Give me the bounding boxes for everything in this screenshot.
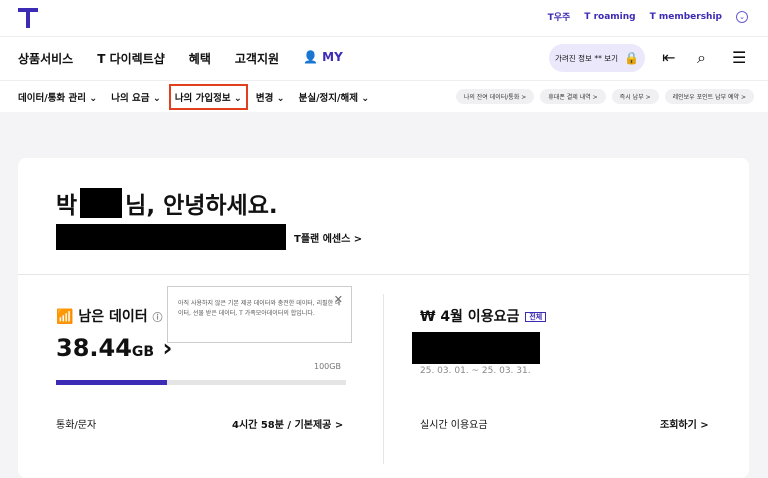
wifi-icon: 📶 bbox=[56, 309, 74, 325]
divider bbox=[383, 294, 384, 464]
chip-pay-now[interactable]: 즉시 납부 > bbox=[611, 89, 659, 104]
data-remaining[interactable]: 38.44GB › bbox=[56, 334, 172, 362]
gnb-products[interactable]: 상품서비스 bbox=[18, 50, 73, 67]
call-value-link[interactable]: 4시간 58분 / 기본제공 > bbox=[232, 416, 343, 431]
data-title-label: 남은 데이터 bbox=[78, 309, 148, 325]
label: 나의 가입정보 bbox=[174, 93, 231, 104]
data-progress-fill bbox=[56, 380, 168, 385]
data-value: 38.44 bbox=[56, 334, 132, 362]
redacted-amount bbox=[412, 332, 540, 364]
tooltip-text: 아직 사용하지 않은 기본 제공 데이터와 충전한 데이터, 리필한 데이터, … bbox=[178, 300, 341, 317]
realtime-label: 실시간 이용요금 bbox=[420, 420, 488, 431]
header: T우주 T roaming T membership ⌄ 상품서비스 T 다이렉… bbox=[0, 0, 768, 112]
call-label: 통화/문자 bbox=[56, 420, 97, 431]
t-logo[interactable] bbox=[18, 8, 38, 28]
bill-title-label: ₩ 4월 이용요금 bbox=[420, 309, 520, 325]
data-progress-bar bbox=[56, 380, 346, 385]
bill-title: ₩ 4월 이용요금 전체 bbox=[420, 306, 547, 326]
data-info-tooltip: 아직 사용하지 않은 기본 제공 데이터와 충전한 데이터, 리필한 데이터, … bbox=[167, 286, 352, 343]
realtime-link[interactable]: 조회하기 > bbox=[660, 416, 709, 431]
chip-payment-history[interactable]: 휴대폰 결제 내역 > bbox=[540, 89, 606, 104]
search-icon[interactable]: ⌕ bbox=[697, 48, 706, 68]
greeting-suffix: 님, 안녕하세요. bbox=[125, 193, 278, 219]
logout-icon[interactable]: ⇤ bbox=[662, 48, 675, 67]
chip-rainbow-point[interactable]: 레인보우 포인트 납부 예약 > bbox=[664, 89, 754, 104]
divider bbox=[18, 274, 749, 275]
link-t-roaming[interactable]: T roaming bbox=[584, 12, 635, 22]
plan-link[interactable]: T플랜 에센스 > bbox=[294, 230, 362, 245]
subnav-my-subscription[interactable]: 나의 가입정보 ⌄ bbox=[168, 84, 248, 110]
label: 변경 bbox=[255, 93, 274, 104]
show-hidden-info-button[interactable]: 가려진 정보 ** 보기 🔒 bbox=[549, 44, 645, 72]
gnb-direct-shop[interactable]: T 다이렉트샵 bbox=[97, 50, 165, 67]
bill-period: 25. 03. 01. ~ 25. 03. 31. bbox=[420, 366, 531, 376]
gnb-support[interactable]: 고객지원 bbox=[235, 50, 279, 67]
subnav-my-bill[interactable]: 나의 요금 ⌄ bbox=[111, 90, 161, 104]
label: 데이터/통화 관리 bbox=[18, 93, 86, 104]
hide-info-label: 가려진 정보 ** 보기 bbox=[555, 53, 618, 63]
label: 분실/정지/해제 bbox=[298, 93, 358, 104]
gnb-benefits[interactable]: 혜택 bbox=[189, 50, 211, 67]
chip-remaining-data[interactable]: 나의 잔여 데이터/통화 > bbox=[455, 89, 535, 104]
summary-card: 박 님, 안녕하세요. T플랜 에센스 > 📶 남은 데이터 ⓘ 38.44GB … bbox=[18, 158, 749, 478]
label: 나의 요금 bbox=[111, 93, 150, 104]
gnb-my-label: MY bbox=[322, 50, 343, 64]
chevron-down-icon[interactable]: ⌄ bbox=[736, 10, 748, 23]
data-total: 100GB bbox=[314, 362, 341, 371]
link-t-membership[interactable]: T membership bbox=[650, 12, 722, 22]
info-icon[interactable]: ⓘ bbox=[152, 313, 162, 324]
menu-icon[interactable]: ☰ bbox=[732, 48, 746, 67]
data-title: 📶 남은 데이터 ⓘ bbox=[56, 306, 162, 326]
greeting-prefix: 박 bbox=[56, 193, 78, 219]
link-t-universe[interactable]: T우주 bbox=[548, 10, 571, 23]
close-icon[interactable]: ✕ bbox=[334, 291, 343, 309]
subnav-data-call[interactable]: 데이터/통화 관리 ⌄ bbox=[18, 90, 97, 104]
redacted-name bbox=[80, 188, 123, 218]
bill-badge[interactable]: 전체 bbox=[525, 312, 547, 322]
divider bbox=[0, 80, 768, 81]
greeting: 박 님, 안녕하세요. bbox=[56, 186, 278, 220]
lock-icon: 🔒 bbox=[624, 51, 639, 65]
subnav-lost-suspend[interactable]: 분실/정지/해제 ⌄ bbox=[299, 90, 370, 104]
redacted-number bbox=[56, 224, 286, 250]
data-unit: GB bbox=[131, 344, 155, 360]
gnb-my[interactable]: 👤 MY bbox=[303, 50, 343, 67]
subnav-change[interactable]: 변경 ⌄ bbox=[256, 90, 285, 104]
divider bbox=[0, 36, 768, 37]
